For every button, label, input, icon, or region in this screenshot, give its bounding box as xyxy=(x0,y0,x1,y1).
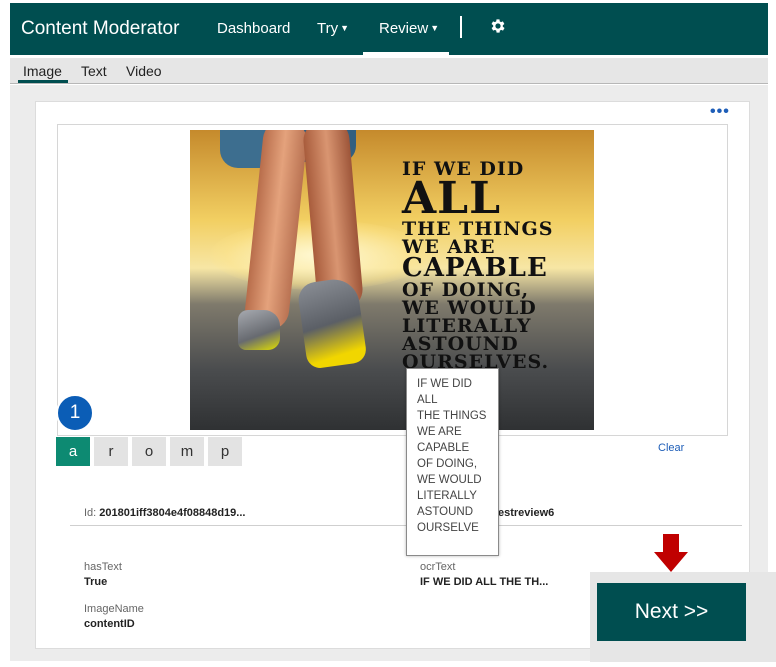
meta-key: hasText xyxy=(84,561,122,573)
tab-video[interactable]: Video xyxy=(126,63,162,79)
meta-value: contentID xyxy=(84,618,135,630)
tooltip-line: CAPABLE xyxy=(417,442,470,454)
meta-imagename: ImageName contentID xyxy=(84,603,144,630)
image-quote-text: IF WE DID ALL THE THINGS WE ARE CAPABLE … xyxy=(402,159,592,371)
top-nav-bar: Content Moderator Dashboard Try ▼ Review ▼ xyxy=(10,3,768,55)
step-badge: 1 xyxy=(56,394,94,432)
tooltip-line: ALL xyxy=(417,394,438,406)
meta-hastext: hasText True xyxy=(84,561,122,588)
tag-p-button[interactable]: p xyxy=(208,437,242,466)
chevron-down-icon: ▼ xyxy=(340,23,350,33)
quote-line: ALL xyxy=(402,173,502,225)
tab-text[interactable]: Text xyxy=(81,63,107,79)
chevron-down-icon: ▼ xyxy=(430,23,440,33)
nav-dashboard[interactable]: Dashboard xyxy=(217,20,290,37)
tooltip-line: THE THINGS xyxy=(417,410,487,422)
quote-line: OF DOING, xyxy=(402,278,530,301)
tag-a-button[interactable]: a xyxy=(56,437,90,466)
quote-line: CAPABLE xyxy=(402,252,548,283)
meta-key: ocrText xyxy=(420,561,456,573)
nav-review[interactable]: Review ▼ xyxy=(379,20,439,37)
meta-value: IF WE DID ALL THE TH... xyxy=(420,576,549,588)
tag-r-button[interactable]: r xyxy=(94,437,128,466)
more-options-icon[interactable]: ••• xyxy=(710,103,730,121)
tooltip-line: OF DOING, xyxy=(417,458,478,470)
running-shoe xyxy=(238,310,280,350)
nav-try[interactable]: Try ▼ xyxy=(317,20,349,37)
nav-divider xyxy=(460,16,462,38)
tab-active-indicator xyxy=(18,80,68,83)
tooltip-line: ASTOUND xyxy=(417,506,474,518)
review-image[interactable]: IF WE DID ALL THE THINGS WE ARE CAPABLE … xyxy=(190,130,594,430)
quote-line: WE WOULD xyxy=(402,296,537,319)
tab-image[interactable]: Image xyxy=(23,63,62,79)
tooltip-line: OURSELVE xyxy=(417,522,479,534)
arrow-down-icon xyxy=(654,534,688,572)
nav-active-indicator xyxy=(363,52,449,55)
tag-o-button[interactable]: o xyxy=(132,437,166,466)
tooltip-line: IF WE DID xyxy=(417,378,472,390)
id-value: 201801iff3804e4f08848d19... xyxy=(99,507,246,519)
meta-ocrtext: ocrText IF WE DID ALL THE TH... xyxy=(420,561,548,588)
id-label: Id: xyxy=(84,507,97,519)
tag-buttons: a r o m p xyxy=(56,437,246,466)
meta-key: ImageName xyxy=(84,603,144,615)
tooltip-line: LITERALLY xyxy=(417,490,477,502)
tooltip-line: WE ARE xyxy=(417,426,462,438)
gear-icon[interactable] xyxy=(488,16,508,36)
tag-m-button[interactable]: m xyxy=(170,437,204,466)
ocr-text-tooltip: IF WE DID ALL THE THINGS WE ARE CAPABLE … xyxy=(406,368,499,556)
next-button[interactable]: Next >> xyxy=(597,583,746,641)
tooltip-line: WE WOULD xyxy=(417,474,482,486)
meta-value: True xyxy=(84,576,108,588)
media-tabs: Image Text Video xyxy=(10,58,768,84)
app-brand[interactable]: Content Moderator xyxy=(21,18,179,40)
clear-link[interactable]: Clear xyxy=(658,442,684,454)
review-name: estreview6 xyxy=(498,507,555,519)
content-id: Id: 201801iff3804e4f08848d19... xyxy=(84,507,245,519)
